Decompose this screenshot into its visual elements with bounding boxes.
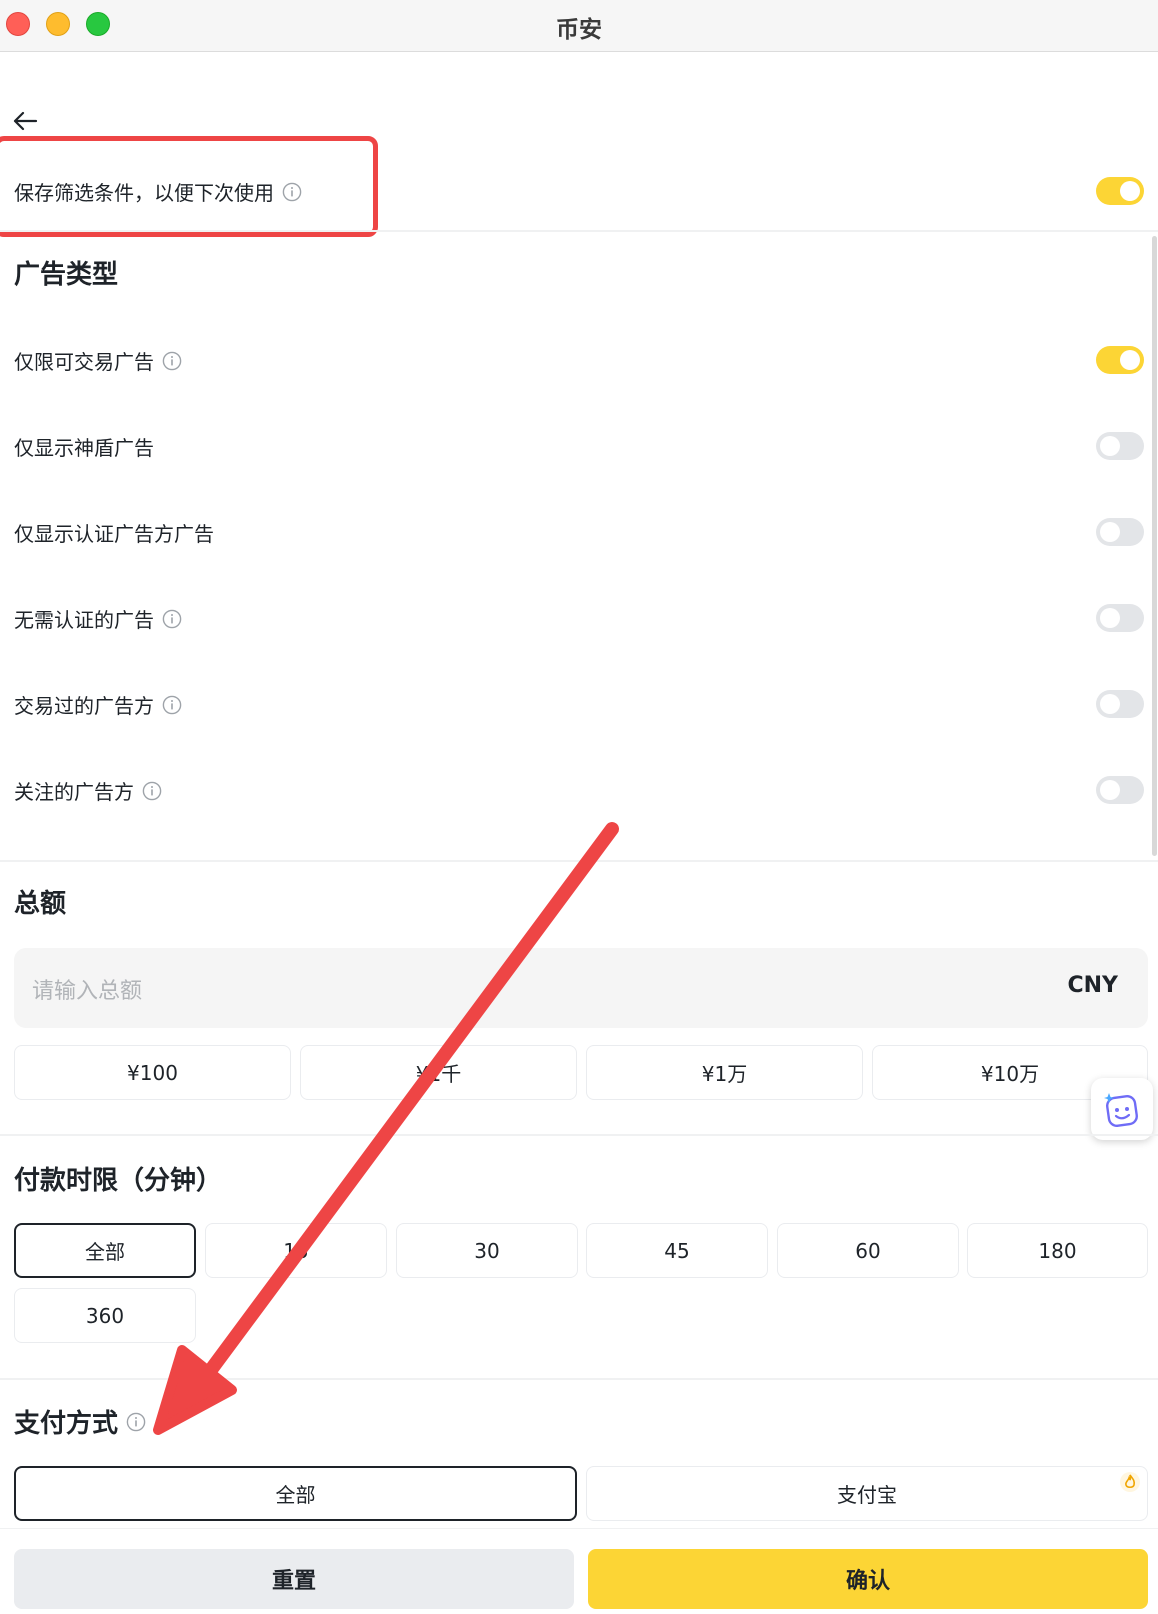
- traded-advertisers-toggle[interactable]: [1096, 690, 1144, 718]
- ad-type-title: 广告类型: [14, 260, 119, 290]
- payment-time-title: 付款时限（分钟）: [14, 1166, 223, 1196]
- ad-type-label: 仅显示神盾广告: [14, 436, 154, 460]
- currency-label: CNY: [1067, 973, 1119, 998]
- payment-time-option[interactable]: 45: [586, 1223, 768, 1278]
- tradable-ads-toggle[interactable]: [1096, 346, 1144, 374]
- total-amount-input[interactable]: 请输入总额 CNY: [14, 948, 1148, 1028]
- payment-time-option[interactable]: 15: [205, 1223, 387, 1278]
- hot-badge-icon: [1120, 1472, 1140, 1492]
- section-divider: [0, 1378, 1158, 1380]
- save-filter-toggle[interactable]: [1096, 177, 1144, 205]
- total-title: 总额: [14, 889, 67, 919]
- payment-method-option-all[interactable]: 全部: [14, 1466, 577, 1521]
- ai-assistant-button[interactable]: [1091, 1078, 1153, 1140]
- scrollbar[interactable]: [1152, 236, 1157, 856]
- payment-method-title-text: 支付方式: [14, 1409, 119, 1439]
- ad-type-label: 关注的广告方: [14, 780, 134, 804]
- window-titlebar: 币安: [0, 0, 1158, 52]
- payment-time-option[interactable]: 360: [14, 1288, 196, 1343]
- section-divider: [0, 860, 1158, 862]
- ad-type-label: 交易过的广告方: [14, 694, 154, 718]
- payment-method-label: 支付宝: [837, 1483, 897, 1507]
- amount-preset-button[interactable]: ¥1千: [300, 1045, 577, 1100]
- no-verification-ads-toggle[interactable]: [1096, 604, 1144, 632]
- section-divider: [0, 1134, 1158, 1136]
- payment-method-title: 支付方式: [14, 1403, 146, 1440]
- ad-type-row-followed: 关注的广告方: [0, 764, 1158, 814]
- ad-type-label: 仅限可交易广告: [14, 350, 154, 374]
- confirm-button[interactable]: 确认: [588, 1549, 1148, 1609]
- assistant-face-icon: [1104, 1093, 1138, 1127]
- ad-type-row-shield: 仅显示神盾广告: [0, 420, 1158, 470]
- info-icon[interactable]: [162, 351, 182, 371]
- reset-button[interactable]: 重置: [14, 1549, 574, 1609]
- info-icon[interactable]: [162, 695, 182, 715]
- ad-type-label: 仅显示认证广告方广告: [14, 522, 214, 546]
- window-title: 币安: [556, 17, 602, 43]
- ad-type-row-verified: 仅显示认证广告方广告: [0, 506, 1158, 556]
- info-icon[interactable]: [142, 781, 162, 801]
- shield-ads-toggle[interactable]: [1096, 432, 1144, 460]
- back-arrow-icon[interactable]: [12, 108, 38, 134]
- payment-time-option[interactable]: 30: [396, 1223, 578, 1278]
- payment-time-option[interactable]: 60: [777, 1223, 959, 1278]
- payment-time-option-all[interactable]: 全部: [14, 1223, 196, 1278]
- ad-type-row-tradable: 仅限可交易广告: [0, 334, 1158, 384]
- total-amount-placeholder: 请输入总额: [32, 979, 143, 1004]
- payment-time-option[interactable]: 180: [967, 1223, 1148, 1278]
- info-icon[interactable]: [126, 1412, 146, 1432]
- payment-method-option-alipay[interactable]: 支付宝: [586, 1466, 1148, 1521]
- verified-advertiser-toggle[interactable]: [1096, 518, 1144, 546]
- ad-type-row-no-verification: 无需认证的广告: [0, 592, 1158, 642]
- ad-type-label: 无需认证的广告: [14, 608, 154, 632]
- info-icon[interactable]: [162, 609, 182, 629]
- ad-type-row-traded: 交易过的广告方: [0, 678, 1158, 728]
- section-divider: [0, 230, 1158, 232]
- annotation-highlight-box: [0, 136, 378, 237]
- amount-preset-button[interactable]: ¥100: [14, 1045, 291, 1100]
- amount-preset-button[interactable]: ¥1万: [586, 1045, 863, 1100]
- followed-advertisers-toggle[interactable]: [1096, 776, 1144, 804]
